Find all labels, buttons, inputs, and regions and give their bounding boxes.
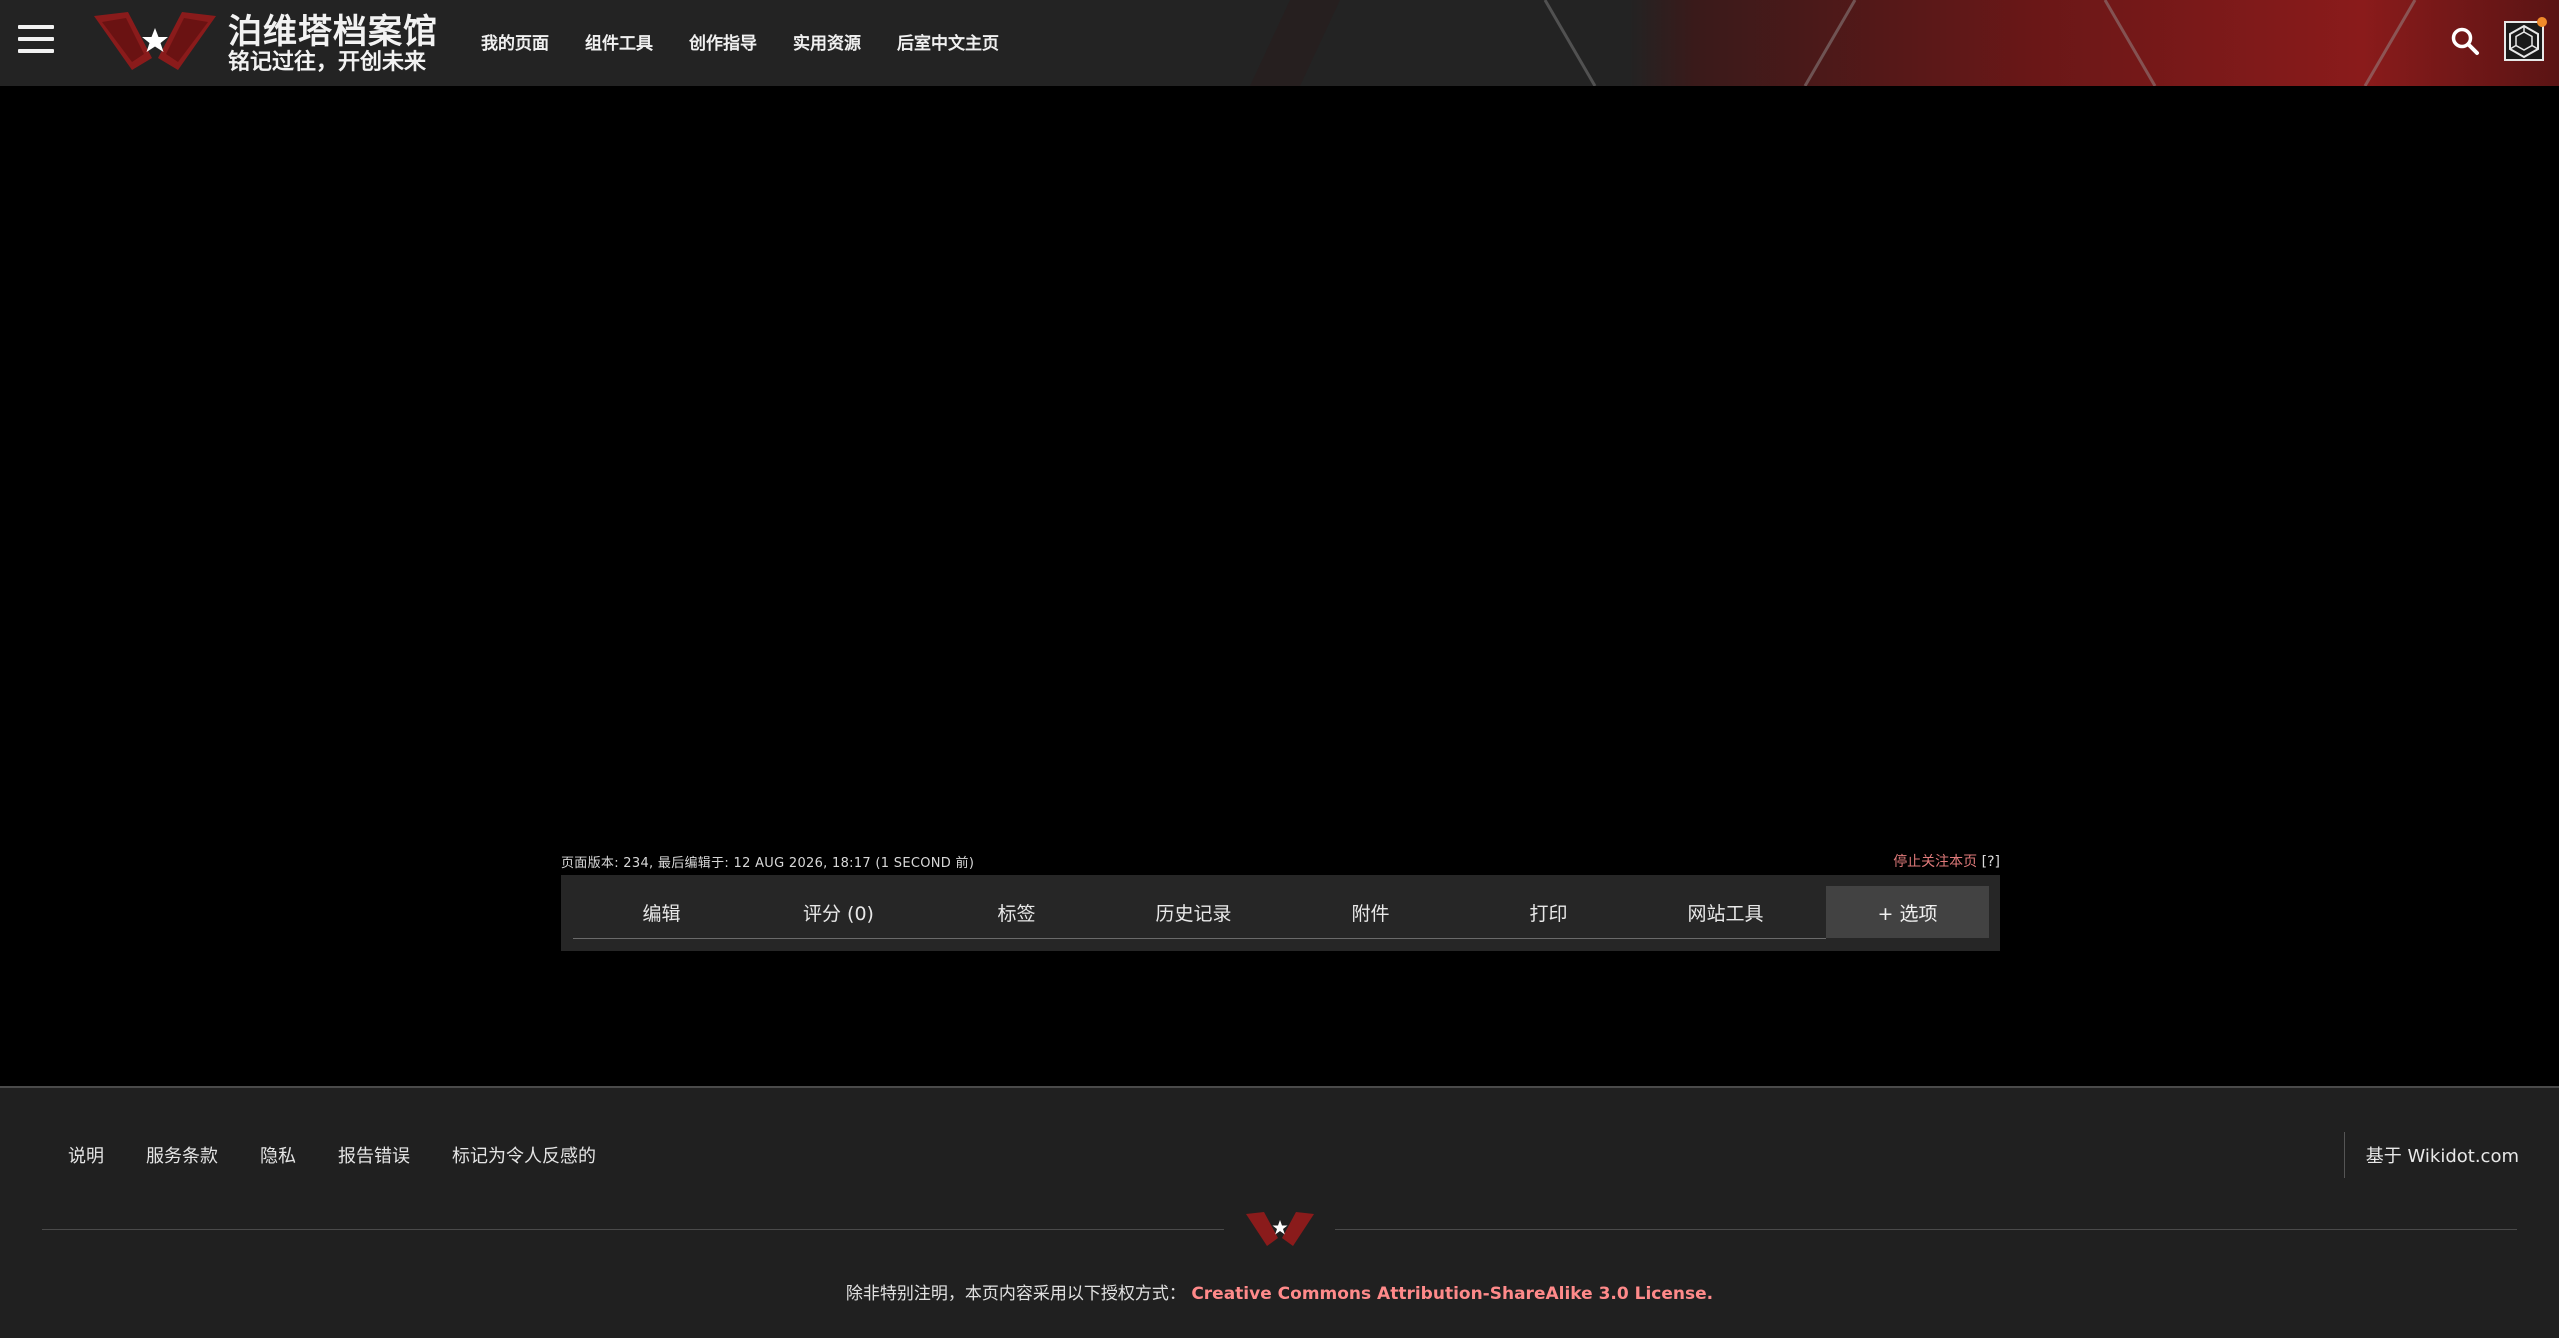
license-link[interactable]: Creative Commons Attribution-ShareAlike … (1191, 1284, 1713, 1304)
unwatch-page: 停止关注本页 [?] (1893, 851, 2000, 871)
action-bar-divider (573, 938, 1826, 939)
footer-link-privacy[interactable]: 隐私 (260, 1142, 296, 1168)
site-tools-button[interactable]: 网站工具 (1637, 886, 1814, 938)
star-emblem-icon (1246, 1212, 1314, 1246)
unwatch-page-link[interactable]: 停止关注本页 (1893, 854, 1977, 870)
site-subtitle: 铭记过往，开创未来 (228, 50, 427, 75)
nav-resources[interactable]: 实用资源 (793, 29, 861, 54)
star-emblem-logo[interactable] (92, 8, 218, 74)
nav-components[interactable]: 组件工具 (585, 29, 653, 54)
more-options-button[interactable]: + 选项 (1826, 886, 1989, 938)
footer-link-help[interactable]: 说明 (68, 1142, 104, 1168)
footer-link-report-bug[interactable]: 报告错误 (338, 1142, 410, 1168)
license-notice: 除非特别注明，本页内容采用以下授权方式： Creative Commons At… (0, 1279, 2559, 1304)
search-icon[interactable] (2450, 26, 2480, 56)
nav-backrooms-cn-home[interactable]: 后室中文主页 (897, 29, 999, 54)
footer-links: 说明 服务条款 隐私 报告错误 标记为令人反感的 (68, 1142, 596, 1168)
top-navigation: 我的页面 组件工具 创作指导 实用资源 后室中文主页 (481, 29, 999, 54)
footer-link-flag-objectionable[interactable]: 标记为令人反感的 (452, 1142, 596, 1168)
footer-link-terms[interactable]: 服务条款 (146, 1142, 218, 1168)
hamburger-menu-icon[interactable] (18, 25, 54, 57)
tags-button[interactable]: 标签 (928, 886, 1105, 938)
unwatch-help-link[interactable]: [?] (1982, 854, 2000, 870)
print-button[interactable]: 打印 (1460, 886, 1637, 938)
rate-button[interactable]: 评分 (0) (750, 886, 927, 938)
history-button[interactable]: 历史记录 (1105, 886, 1282, 938)
footer-rule-right (1335, 1229, 2517, 1230)
nav-writing-guide[interactable]: 创作指导 (689, 29, 757, 54)
notification-dot-icon (2537, 17, 2547, 27)
page-options-bar: 编辑 评分 (0) 标签 历史记录 附件 打印 网站工具 + 选项 (561, 875, 2000, 951)
site-footer: 说明 服务条款 隐私 报告错误 标记为令人反感的 基于 Wikidot.com … (0, 1086, 2559, 1338)
license-prefix: 除非特别注明，本页内容采用以下授权方式： (845, 1284, 1186, 1304)
page-revision-info: 页面版本: 234, 最后编辑于: 12 AUG 2026, 18:17 (1 … (561, 856, 975, 871)
files-button[interactable]: 附件 (1282, 886, 1459, 938)
edit-button[interactable]: 编辑 (573, 886, 750, 938)
account-cube-icon[interactable] (2503, 16, 2547, 64)
nav-my-pages[interactable]: 我的页面 (481, 29, 549, 54)
powered-by-wikidot[interactable]: 基于 Wikidot.com (2366, 1142, 2519, 1168)
footer-rule-left (42, 1229, 1224, 1230)
site-header: 泊维塔档案馆 铭记过往，开创未来 我的页面 组件工具 创作指导 实用资源 后室中… (0, 0, 2559, 86)
footer-divider (2344, 1132, 2345, 1178)
